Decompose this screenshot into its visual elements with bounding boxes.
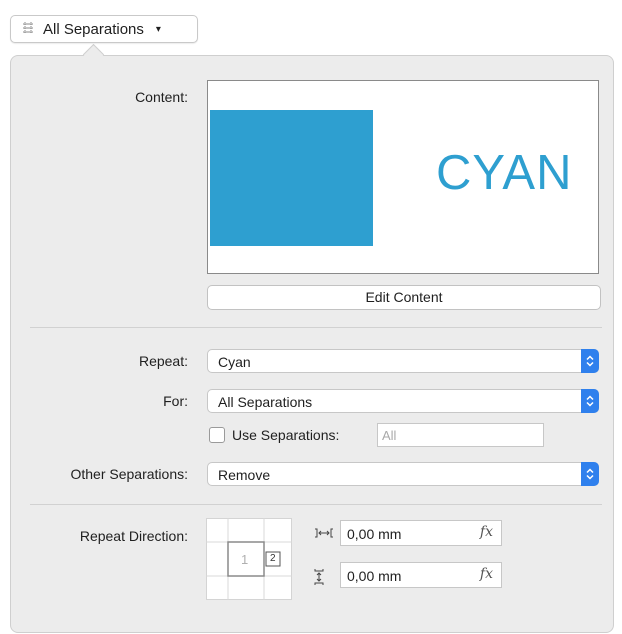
use-separations-value: All xyxy=(382,428,397,443)
content-preview: CYAN xyxy=(207,80,599,274)
repeat-popup[interactable]: Cyan xyxy=(207,349,599,373)
vertical-spacing-field[interactable]: 0,00 mm fx xyxy=(340,562,502,588)
horizontal-spacing-icon xyxy=(313,526,335,543)
separations-popup-label: All Separations xyxy=(43,20,144,38)
content-label: Content: xyxy=(135,89,188,105)
horizontal-spacing-value: 0,00 mm xyxy=(347,526,402,542)
repeat-direction-label: Repeat Direction: xyxy=(79,528,188,544)
other-separations-value: Remove xyxy=(218,467,271,483)
repeat-label: Repeat: xyxy=(138,353,188,369)
tile-secondary-label: 2 xyxy=(270,553,276,564)
vertical-spacing-value: 0,00 mm xyxy=(347,568,402,584)
chevron-down-icon: ▾ xyxy=(155,23,161,35)
other-separations-popup[interactable]: Remove xyxy=(207,462,599,486)
repeat-value: Cyan xyxy=(218,354,251,370)
popup-stepper-icon xyxy=(581,349,599,373)
separator xyxy=(30,504,602,505)
horizontal-spacing-field[interactable]: 0,00 mm fx xyxy=(340,520,502,546)
separations-icon xyxy=(21,21,35,38)
for-popup[interactable]: All Separations xyxy=(207,389,599,413)
vertical-spacing-icon xyxy=(312,567,326,590)
tile-primary-label: 1 xyxy=(241,552,249,567)
separator xyxy=(30,327,602,328)
other-separations-label: Other Separations: xyxy=(70,466,188,482)
preview-color-swatch xyxy=(210,110,373,246)
separations-popup-button[interactable]: All Separations ▾ xyxy=(10,15,198,43)
repeat-direction-selector[interactable]: 1 2 xyxy=(206,518,292,600)
fx-icon[interactable]: fx xyxy=(480,524,493,540)
popup-stepper-icon xyxy=(581,462,599,486)
preview-text: CYAN xyxy=(436,146,573,200)
use-separations-label: Use Separations: xyxy=(232,427,340,443)
use-separations-checkbox[interactable] xyxy=(209,427,225,443)
for-label: For: xyxy=(163,393,188,409)
popup-stepper-icon xyxy=(581,389,599,413)
edit-content-button[interactable]: Edit Content xyxy=(207,285,601,310)
fx-icon[interactable]: fx xyxy=(480,566,493,582)
use-separations-field[interactable]: All xyxy=(377,423,544,447)
for-value: All Separations xyxy=(218,394,313,410)
